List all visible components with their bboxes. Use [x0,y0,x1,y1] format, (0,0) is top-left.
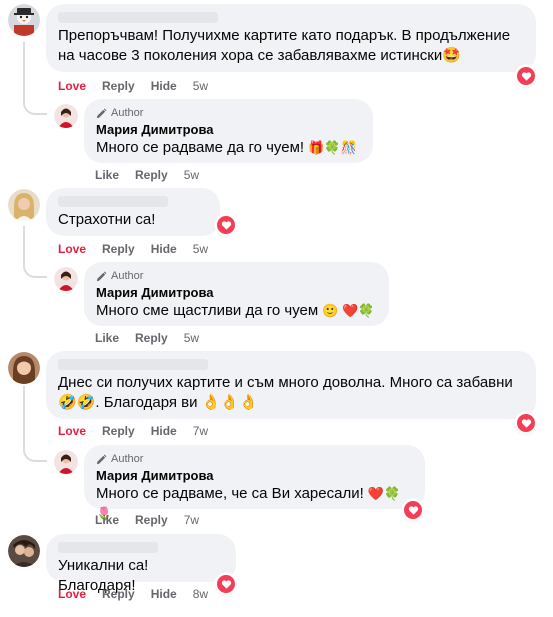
love-button[interactable]: Love [58,242,86,256]
comment-bubble: Препоръчвам! Получихме картите като пода… [46,4,536,72]
thread-connector [23,258,47,278]
comment-actions: Love Reply Hide 5w [58,79,224,93]
gift-clover-confetti-emoji: 🎁🍀🎊 [308,140,357,155]
comment-actions: Love Reply Hide 7w [58,424,224,438]
reply-actions: Like Reply 5w [95,331,215,345]
reply-button[interactable]: Reply [102,587,135,601]
like-button[interactable]: Like [95,513,119,527]
author-avatar[interactable] [54,267,78,291]
love-reaction-badge[interactable] [403,500,423,520]
pencil-icon [96,454,107,465]
commenter-avatar[interactable] [8,535,40,567]
thread-line [23,42,25,100]
love-reaction-badge[interactable] [516,413,536,433]
comment-text: Страхотни са! [58,211,156,228]
thread-connector [23,95,47,115]
redacted-name [58,196,168,207]
author-badge: Author [96,107,361,120]
heart-icon [521,418,531,428]
reply-button[interactable]: Reply [102,242,135,256]
comment-bubble: Днес си получих картите и съм много дово… [46,351,536,419]
reply-bubble: Author Мария Димитрова Много сме щастлив… [84,262,389,326]
comment-text: Днес си получих картите и съм много дово… [58,374,513,411]
timestamp[interactable]: 8w [193,587,208,601]
reply-button[interactable]: Reply [102,424,135,438]
comment-actions: Love Reply Hide 8w [58,587,224,601]
author-avatar[interactable] [54,104,78,128]
commenter-avatar[interactable] [8,189,40,221]
like-button[interactable]: Like [95,168,119,182]
redacted-name [58,542,158,553]
author-avatar[interactable] [54,450,78,474]
timestamp[interactable]: 5w [193,242,208,256]
love-button[interactable]: Love [58,79,86,93]
redacted-name [58,359,208,370]
thread-connector [23,440,47,462]
hide-button[interactable]: Hide [151,424,177,438]
timestamp[interactable]: 5w [184,331,199,345]
love-reaction-badge[interactable] [516,66,536,86]
reply-actions: Like Reply 7w [95,513,215,527]
pencil-icon [96,271,107,282]
hide-button[interactable]: Hide [151,587,177,601]
author-name[interactable]: Мария Димитрова [96,468,413,484]
like-button[interactable]: Like [95,331,119,345]
smile-heart-clover-emoji: 🙂 ❤️🍀 [322,303,375,318]
reply-bubble: Author Мария Димитрова Много се радваме … [84,99,373,163]
reply-actions: Like Reply 5w [95,168,215,182]
commenter-avatar[interactable] [8,352,40,384]
heart-icon [408,505,418,515]
laughing-emoji: 🤣🤣 [58,394,96,411]
timestamp[interactable]: 5w [193,79,208,93]
redacted-name [58,12,218,23]
comment-actions: Love Reply Hide 5w [58,242,224,256]
author-badge: Author [96,270,377,283]
love-reaction-badge[interactable] [216,215,236,235]
comment-bubble: Уникални са! Благодаря! [46,534,236,594]
thread-line [23,386,25,446]
timestamp[interactable]: 7w [184,513,199,527]
commenter-avatar[interactable] [8,4,40,36]
star-struck-emoji: 🤩 [442,47,461,64]
timestamp[interactable]: 5w [184,168,199,182]
comment-text: Препоръчвам! Получихме картите като пода… [58,27,515,64]
hide-button[interactable]: Hide [151,79,177,93]
reply-text: Много сме щастливи да го чуем 🙂 ❤️🍀 [96,302,375,319]
ok-hand-emoji: 👌👌👌 [201,394,258,411]
love-button[interactable]: Love [58,424,86,438]
reply-button[interactable]: Reply [102,79,135,93]
hide-button[interactable]: Hide [151,242,177,256]
comment-bubble: Страхотни са! [46,188,220,236]
reply-bubble: Author Мария Димитрова Много се радваме,… [84,445,425,521]
reply-button[interactable]: Reply [135,513,168,527]
heart-icon [221,220,231,230]
author-badge: Author [96,453,413,466]
reply-button[interactable]: Reply [135,331,168,345]
reply-text: Много се радваме да го чуем! 🎁🍀🎊 [96,139,357,156]
timestamp[interactable]: 7w [193,424,208,438]
heart-icon [521,71,531,81]
author-name[interactable]: Мария Димитрова [96,122,361,138]
love-button[interactable]: Love [58,587,86,601]
reply-button[interactable]: Reply [135,168,168,182]
pencil-icon [96,108,107,119]
author-name[interactable]: Мария Димитрова [96,285,377,301]
